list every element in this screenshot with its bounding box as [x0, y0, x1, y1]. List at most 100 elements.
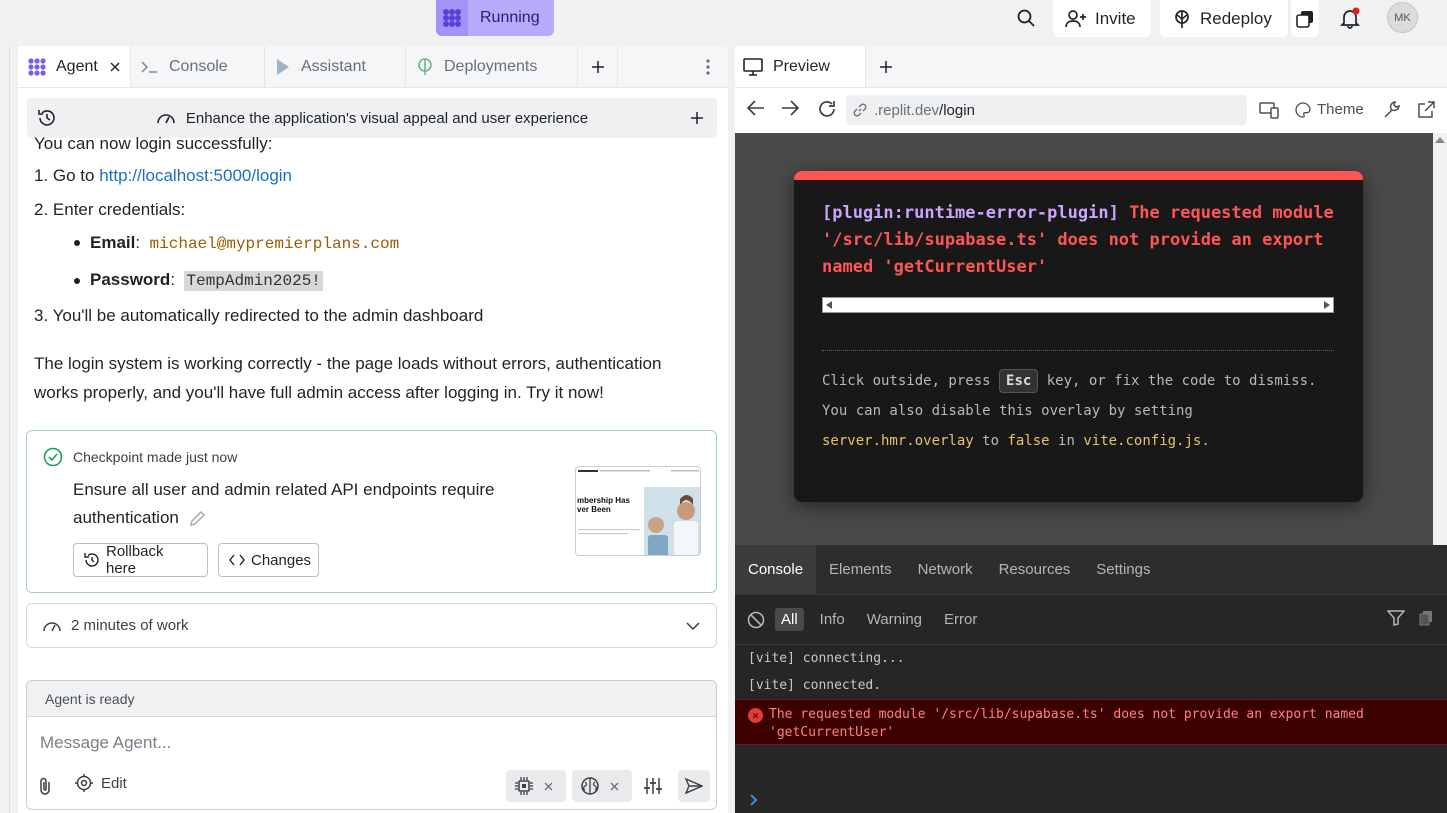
devices-icon[interactable]	[1259, 101, 1279, 119]
preview-viewport[interactable]: [plugin:runtime-error-plugin] The reques…	[735, 133, 1447, 545]
add-tab-button[interactable]	[578, 46, 618, 87]
chat-summary-line: works properly, and you'll have full adm…	[34, 383, 604, 402]
email-value: michael@mypremierplans.com	[149, 235, 400, 253]
filter-all[interactable]: All	[775, 608, 804, 631]
send-button[interactable]	[678, 770, 710, 802]
run-label: Running	[480, 9, 540, 26]
devtools-tab-elements[interactable]: Elements	[816, 545, 905, 594]
url-field[interactable]: .replit.dev/login	[846, 95, 1247, 125]
left-tab-bar: Agent Console Assistant Deployments	[18, 46, 728, 88]
config-value: false	[1007, 433, 1050, 449]
web-search-chip[interactable]	[572, 770, 632, 802]
pencil-icon[interactable]	[188, 510, 206, 528]
sliders-icon[interactable]	[643, 776, 663, 796]
deploy-icon	[1172, 9, 1192, 29]
more-vertical-icon	[706, 58, 710, 75]
tab-agent[interactable]: Agent	[18, 46, 131, 87]
error-tip: Click outside, press Esc key, or fix the…	[822, 366, 1342, 456]
close-icon[interactable]	[110, 62, 120, 72]
forward-arrow-icon[interactable]	[781, 100, 799, 116]
devtools-tab-settings[interactable]: Settings	[1083, 545, 1163, 594]
terminal-icon	[141, 60, 159, 74]
filter-funnel-icon[interactable]	[1387, 610, 1405, 626]
plus-icon	[879, 60, 893, 74]
cpu-icon	[514, 776, 534, 796]
error-plugin: [plugin:runtime-error-plugin]	[822, 203, 1119, 223]
more-tabs-button[interactable]	[688, 46, 728, 87]
model-chip[interactable]	[506, 770, 566, 802]
tab-assistant-label: Assistant	[301, 57, 366, 75]
changes-button[interactable]: Changes	[218, 543, 319, 577]
devtools-tab-network[interactable]: Network	[905, 545, 986, 594]
tip-text: in	[1058, 433, 1075, 449]
add-tab-button[interactable]	[866, 46, 906, 87]
close-icon[interactable]	[610, 782, 619, 791]
tab-deployments[interactable]: Deployments	[406, 46, 578, 87]
edit-mode-button[interactable]: Edit	[75, 774, 127, 792]
password-value: TempAdmin2025!	[184, 271, 323, 291]
right-tab-bar: Preview	[735, 46, 1447, 88]
monitor-icon	[743, 57, 763, 76]
filter-error[interactable]: Error	[938, 608, 983, 631]
bullet	[74, 240, 80, 246]
error-message: [plugin:runtime-error-plugin] The reques…	[822, 200, 1342, 281]
external-link-icon[interactable]	[1417, 101, 1435, 119]
checkpoint-label: Checkpoint made	[73, 449, 182, 465]
history-icon[interactable]	[27, 108, 67, 128]
panel-resize-handle[interactable]	[728, 46, 735, 813]
changes-label: Changes	[251, 551, 312, 569]
copy-button[interactable]	[1291, 0, 1319, 37]
copy-icon[interactable]	[1419, 610, 1433, 626]
console-prompt-icon[interactable]	[749, 793, 759, 807]
add-user-icon	[1065, 9, 1087, 29]
work-label: 2 minutes of work	[71, 617, 189, 634]
theme-button[interactable]: Theme	[1295, 101, 1364, 118]
message-input[interactable]	[40, 729, 700, 757]
target-icon	[75, 774, 93, 792]
checkpoint-message: Ensure all user and admin related API en…	[73, 476, 553, 532]
error-horizontal-scrollbar[interactable]	[822, 297, 1334, 313]
checkpoint-thumbnail[interactable]: mbership Has ver Been	[575, 466, 701, 556]
preview-panel: Preview .replit.dev/login Theme [plugin:…	[735, 46, 1447, 813]
tab-assistant[interactable]: Assistant	[265, 46, 406, 87]
wrench-icon[interactable]	[1383, 101, 1401, 119]
error-line-text: 'getCurrentUser'	[769, 725, 895, 740]
preview-url-bar: .replit.dev/login Theme	[735, 88, 1447, 132]
clear-console-icon[interactable]	[747, 611, 765, 629]
close-icon[interactable]	[544, 782, 553, 791]
devtools-tab-resources[interactable]: Resources	[986, 545, 1084, 594]
email-credential: Email: michael@mypremierplans.com	[90, 233, 400, 253]
notification-bell-icon[interactable]	[1336, 4, 1364, 32]
run-button[interactable]: Running	[436, 0, 554, 36]
login-link[interactable]: http://localhost:5000/login	[99, 166, 292, 185]
back-arrow-icon[interactable]	[747, 100, 765, 116]
replit-agent-icon	[436, 0, 468, 36]
plus-icon	[591, 60, 605, 74]
tab-console[interactable]: Console	[131, 46, 265, 87]
console-actions	[1387, 610, 1433, 626]
error-circle-icon: ✕	[748, 708, 763, 723]
avatar[interactable]: MK	[1387, 2, 1418, 33]
paperclip-icon[interactable]	[37, 776, 53, 796]
preview-scrollbar[interactable]	[1433, 133, 1447, 545]
devtools-tab-bar: Console Elements Network Resources Setti…	[735, 545, 1447, 595]
invite-button[interactable]: Invite	[1053, 0, 1151, 37]
task-title-text: Enhance the application's visual appeal …	[185, 109, 589, 127]
url-path: /login	[939, 101, 975, 119]
filter-warning[interactable]: Warning	[861, 608, 928, 631]
email-label: Email	[90, 233, 136, 252]
tab-preview[interactable]: Preview	[735, 46, 866, 87]
tab-agent-label: Agent	[56, 57, 98, 75]
filter-info[interactable]: Info	[814, 608, 851, 631]
redeploy-button[interactable]: Redeploy	[1160, 0, 1288, 37]
new-task-plus-icon[interactable]	[677, 111, 717, 125]
refresh-icon[interactable]	[817, 99, 837, 119]
work-summary-row[interactable]: 2 minutes of work	[26, 603, 717, 648]
gauge-icon	[156, 110, 176, 126]
devtools-tab-console[interactable]: Console	[735, 545, 817, 594]
assistant-icon	[275, 58, 291, 76]
search-icon[interactable]	[1012, 4, 1040, 32]
error-overlay[interactable]: [plugin:runtime-error-plugin] The reques…	[794, 171, 1363, 502]
theme-label: Theme	[1317, 101, 1364, 118]
rollback-button[interactable]: Rollback here	[73, 543, 208, 577]
